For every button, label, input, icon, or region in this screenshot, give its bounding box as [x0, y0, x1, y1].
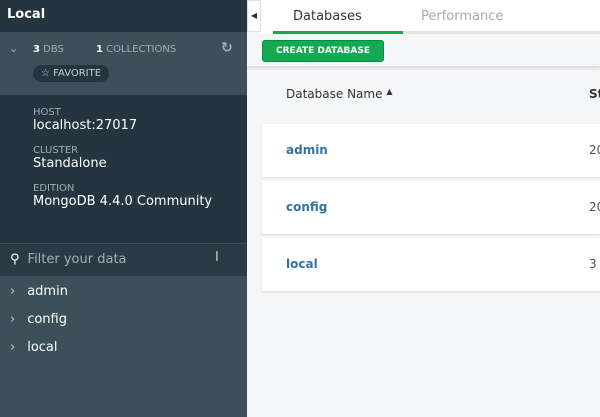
collections-count: 1 COLLECTIONS [96, 44, 177, 55]
cluster-value: Standalone [33, 156, 107, 171]
toolbar: CREATE DATABASE [247, 34, 600, 67]
refresh-icon[interactable]: ↻ [221, 40, 233, 56]
sidebar: Local ⌄ 3 DBS 1 COLLECTIONS ↻ ☆ FAVORITE… [0, 0, 247, 417]
filter-input[interactable]: ⚲ Filter your data I [0, 244, 247, 276]
text-cursor-icon: I [215, 250, 219, 265]
tab-databases[interactable]: Databases [293, 9, 362, 24]
sort-asc-icon: ▲ [386, 87, 393, 96]
star-icon: ☆ [41, 68, 50, 79]
sidebar-db-item[interactable]: › local [0, 335, 247, 363]
cluster-label: CLUSTER [33, 145, 79, 156]
column-header-database-name[interactable]: Database Name ▲ [286, 87, 392, 101]
db-link[interactable]: local [286, 257, 318, 271]
sidebar-db-item[interactable]: › admin [0, 279, 247, 307]
favorite-button[interactable]: ☆ FAVORITE [33, 65, 110, 82]
chevron-right-icon: › [10, 340, 16, 355]
db-link[interactable]: admin [286, 143, 328, 157]
table-row: admin 20 [262, 124, 600, 177]
storage-size: 20 [589, 200, 600, 214]
table-row: local 3 [262, 238, 600, 291]
dbs-count: 3 DBS [33, 44, 64, 55]
chevron-right-icon: › [10, 312, 16, 327]
main-panel: ◀ Databases Performance CREATE DATABASE … [247, 0, 600, 417]
storage-size: 20 [589, 143, 600, 157]
chevron-down-icon[interactable]: ⌄ [9, 42, 18, 55]
storage-size: 3 [589, 257, 597, 271]
edition-label: EDITION [33, 183, 75, 194]
tab-bar: Databases Performance [261, 0, 600, 34]
host-label: HOST [33, 107, 61, 118]
instance-stats: ⌄ 3 DBS 1 COLLECTIONS ↻ ☆ FAVORITE [0, 32, 247, 94]
edition-value: MongoDB 4.4.0 Community [33, 194, 213, 209]
create-database-button[interactable]: CREATE DATABASE [262, 40, 384, 62]
collapse-sidebar-button[interactable]: ◀ [247, 0, 261, 32]
tab-performance[interactable]: Performance [421, 9, 503, 24]
sidebar-db-item[interactable]: › config [0, 307, 247, 335]
instance-title: Local [0, 0, 247, 32]
chevron-right-icon: › [10, 284, 16, 299]
filter-placeholder: Filter your data [27, 252, 127, 267]
table-row: config 20 [262, 181, 600, 234]
search-icon: ⚲ [10, 252, 20, 267]
host-value: localhost:27017 [33, 118, 138, 133]
column-header-storage[interactable]: St [589, 87, 600, 101]
db-link[interactable]: config [286, 200, 327, 214]
instance-info: HOST localhost:27017 CLUSTER Standalone … [0, 95, 247, 243]
